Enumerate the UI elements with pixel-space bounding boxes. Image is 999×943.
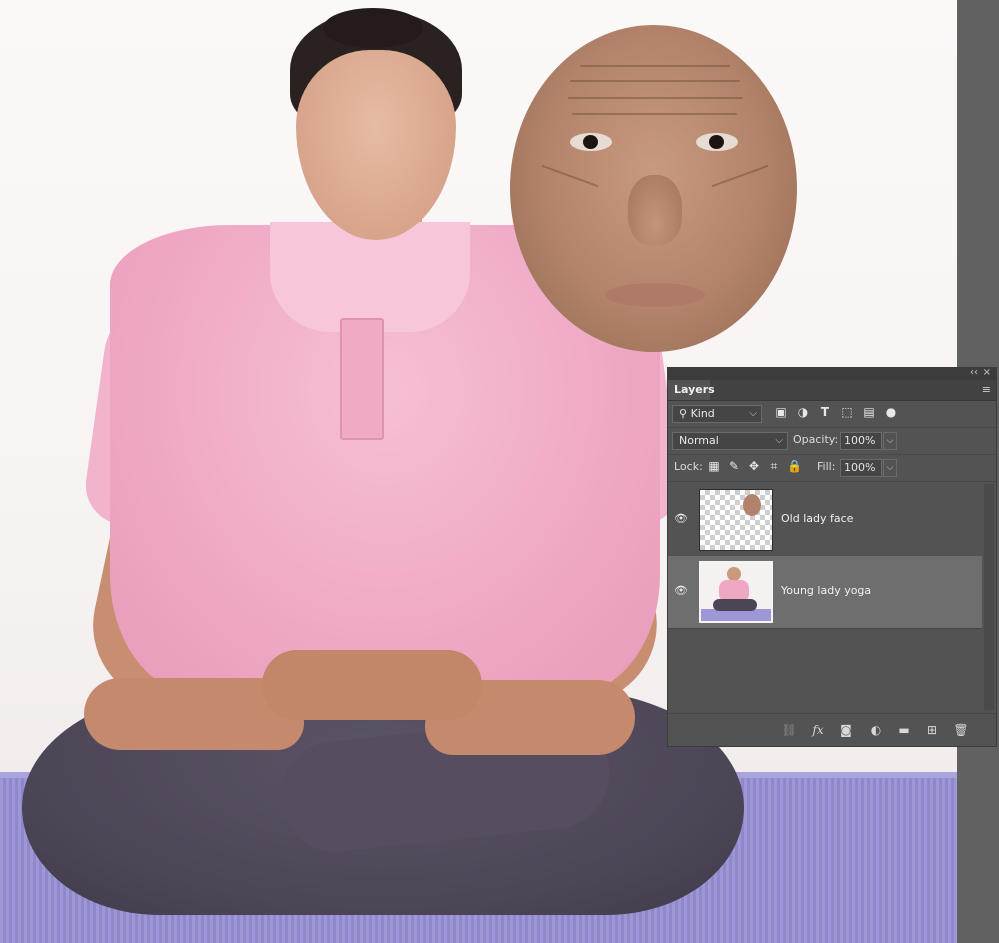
panel-footer: ⛓ fx ◙ ◐ ▬ ⊞ 🗑: [668, 713, 996, 746]
lock-label: Lock:: [674, 460, 703, 473]
layer-name[interactable]: Young lady yoga: [781, 584, 871, 597]
opacity-input[interactable]: 100%: [840, 432, 882, 450]
wrinkle: [572, 113, 737, 115]
delete-layer-icon[interactable]: 🗑: [952, 722, 970, 738]
fill-input[interactable]: 100%: [840, 459, 882, 477]
layer-thumbnail: [699, 489, 773, 551]
lock-row: Lock: ▦ ✎ ✥ ⌗ 🔒 Fill: 100% ⌵: [668, 455, 996, 482]
lock-position-icon[interactable]: ✥: [747, 459, 761, 475]
new-layer-icon[interactable]: ⊞: [923, 722, 941, 738]
blend-row: Normal ⌵ Opacity: 100% ⌵: [668, 428, 996, 455]
kind-filter-label: Kind: [690, 407, 715, 420]
lock-image-pixels-icon[interactable]: ✎: [727, 459, 741, 475]
new-group-icon[interactable]: ▬: [895, 722, 913, 738]
folded-hands: [262, 650, 482, 720]
opacity-dropdown-button[interactable]: ⌵: [883, 432, 897, 450]
filter-row: ⚲ Kind ⌵ ▣ ◑ T ⬚ ▤ ●: [668, 401, 996, 428]
eye-icon[interactable]: 👁: [674, 584, 690, 597]
layer-row-old-lady-face[interactable]: 👁 Old lady face: [668, 484, 982, 557]
adjustment-layer-icon[interactable]: ◐: [867, 722, 885, 738]
hair-bun: [323, 8, 423, 48]
thumbnail-legs-mark: [713, 599, 757, 611]
panel-menu-icon[interactable]: ≡: [982, 383, 991, 396]
layer-mask-icon[interactable]: ◙: [837, 722, 855, 738]
old-face-right-eye: [696, 133, 738, 151]
thumbnail-face-mark: [743, 494, 761, 516]
lock-artboard-icon[interactable]: ⌗: [767, 459, 781, 475]
wrinkle: [541, 164, 599, 188]
shirt-placket: [340, 318, 384, 440]
type-filter-icon[interactable]: T: [818, 405, 832, 421]
blend-mode-value: Normal: [679, 434, 719, 447]
thumbnail-mat-mark: [701, 609, 771, 621]
opacity-label: Opacity:: [793, 433, 839, 446]
collapse-panel-icon[interactable]: ‹‹: [970, 367, 978, 378]
fill-label: Fill:: [817, 460, 836, 473]
smart-object-filter-icon[interactable]: ▤: [862, 405, 876, 421]
chevron-down-icon: ⌵: [775, 435, 783, 446]
fx-icon[interactable]: fx: [809, 722, 827, 738]
old-lady-face-layer: [510, 25, 797, 352]
wrinkle: [711, 164, 769, 188]
panel-title-strip: ‹‹ ×: [668, 367, 996, 380]
layer-name[interactable]: Old lady face: [781, 512, 853, 525]
eye-icon[interactable]: 👁: [674, 512, 690, 525]
link-layers-icon[interactable]: ⛓: [780, 722, 798, 738]
shape-filter-icon[interactable]: ⬚: [840, 405, 854, 421]
layer-thumbnail: [699, 561, 773, 623]
old-face-left-eye: [570, 133, 612, 151]
close-panel-icon[interactable]: ×: [983, 367, 991, 378]
wrinkle: [570, 80, 740, 82]
kind-filter-select[interactable]: ⚲ Kind ⌵: [672, 405, 762, 423]
young-face: [296, 50, 456, 240]
filter-toggle-icon[interactable]: ●: [884, 405, 898, 421]
layers-panel: ‹‹ × Layers ≡ ⚲ Kind ⌵ ▣ ◑ T ⬚ ▤ ● Norma…: [667, 367, 997, 747]
wrinkle: [568, 97, 743, 99]
image-filter-icon[interactable]: ▣: [774, 405, 788, 421]
adjustment-filter-icon[interactable]: ◑: [796, 405, 810, 421]
tab-layers[interactable]: Layers: [668, 380, 715, 400]
chevron-down-icon: ⌵: [749, 408, 757, 419]
search-icon: ⚲: [679, 407, 688, 420]
thumbnail-head-mark: [727, 567, 741, 581]
fill-dropdown-button[interactable]: ⌵: [883, 459, 897, 477]
lock-transparent-pixels-icon[interactable]: ▦: [707, 459, 721, 475]
old-face-lips: [605, 283, 705, 307]
old-face-nose: [628, 175, 682, 245]
layers-scrollbar[interactable]: [984, 484, 994, 710]
lock-all-icon[interactable]: 🔒: [787, 459, 802, 475]
blend-mode-select[interactable]: Normal ⌵: [672, 432, 788, 450]
layer-row-young-lady-yoga[interactable]: 👁 Young lady yoga: [668, 556, 982, 629]
wrinkle: [580, 65, 730, 67]
panel-tabbar: Layers ≡: [668, 380, 996, 401]
